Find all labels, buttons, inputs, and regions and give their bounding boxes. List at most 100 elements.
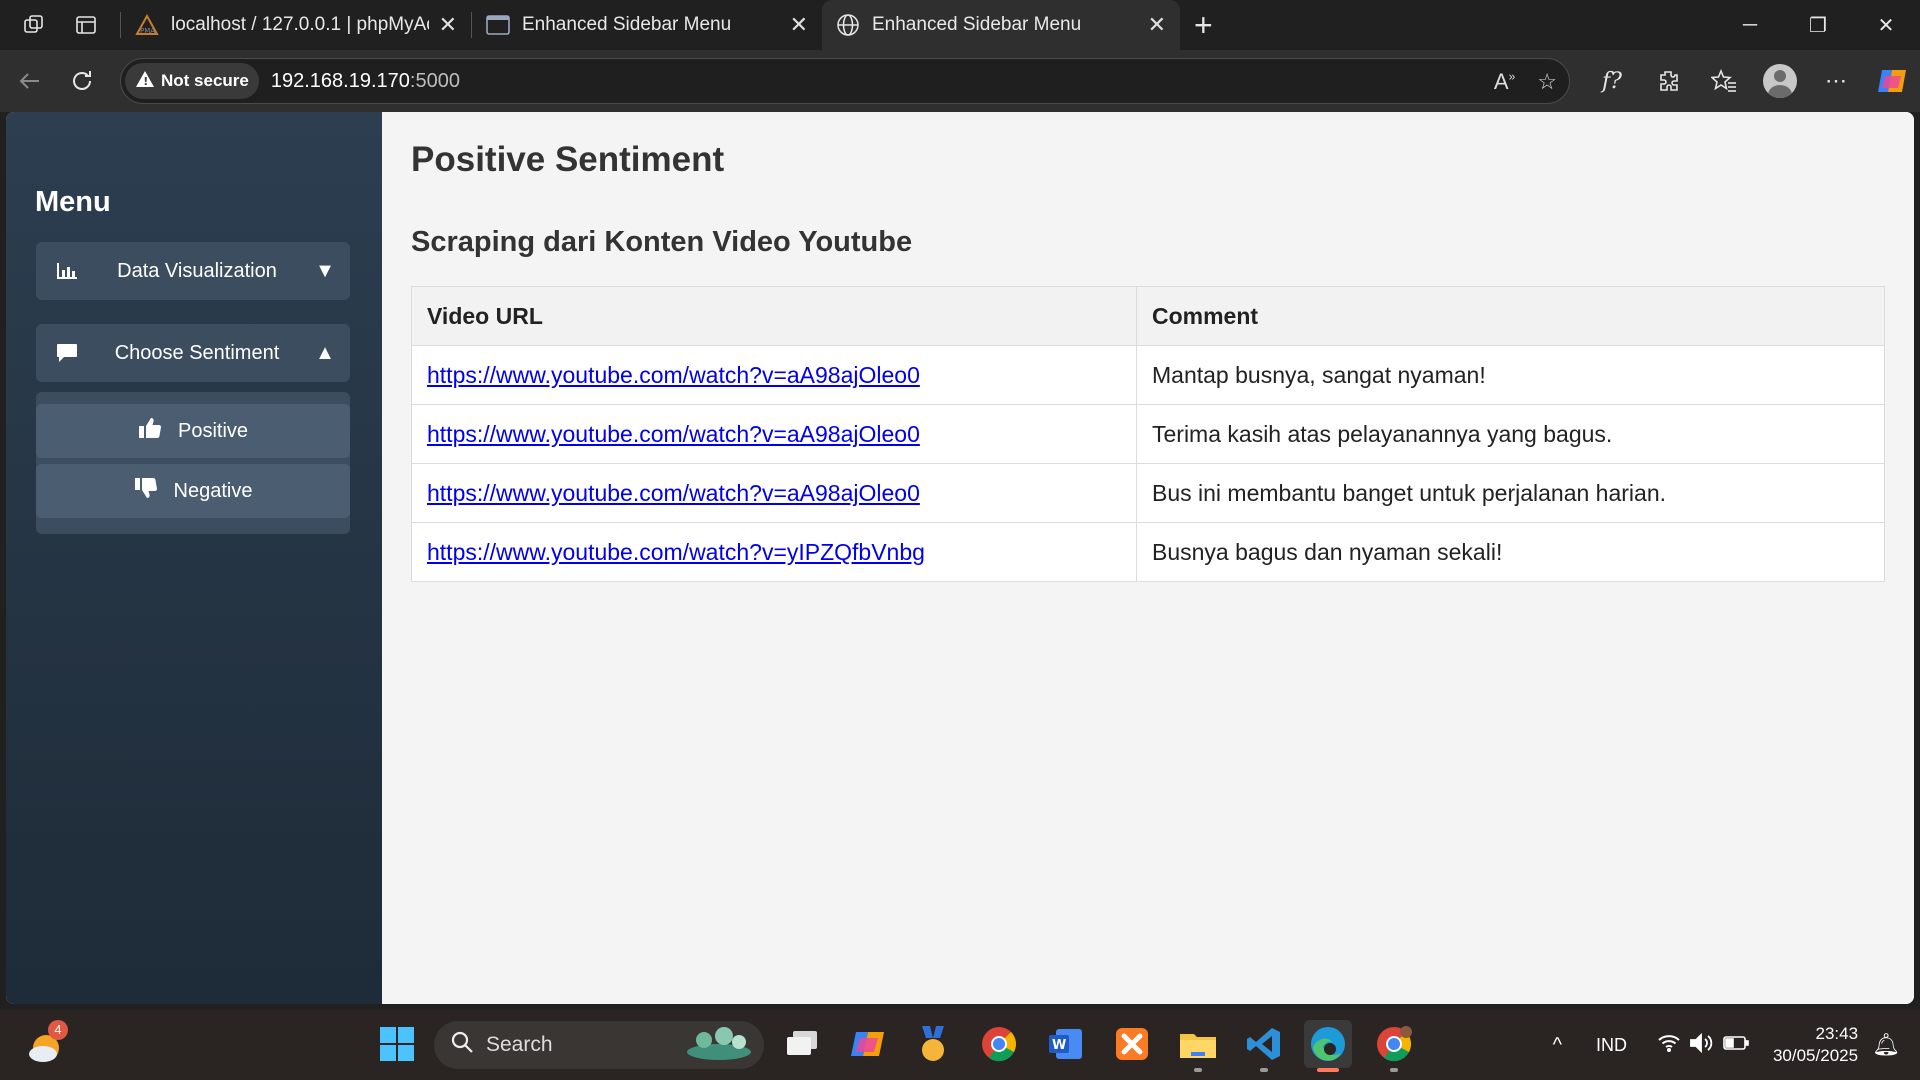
submenu-item-negative[interactable]: Negative	[36, 464, 350, 518]
tab-title: Enhanced Sidebar Menu	[872, 14, 1082, 35]
thumbs-down-icon	[134, 477, 158, 505]
column-header-comment: Comment	[1136, 286, 1885, 346]
medal-icon[interactable]	[909, 1020, 957, 1068]
browser-tab-strip: PMA localhost / 127.0.0.1 | phpMyAdm ✕ E…	[0, 0, 1920, 50]
profile-avatar[interactable]	[1752, 53, 1808, 109]
choose-sentiment-button[interactable]: Choose Sentiment ▲	[36, 324, 350, 382]
vscode-icon[interactable]	[1240, 1020, 1288, 1072]
chart-icon	[40, 262, 94, 280]
svg-text:!: !	[143, 75, 148, 88]
workspaces-icon[interactable]	[16, 7, 52, 43]
taskbar: 4 Search W ^ IND 23:43 30/05/2025 🔔︎	[0, 1010, 1920, 1080]
video-link[interactable]: https://www.youtube.com/watch?v=aA98ajOl…	[427, 362, 920, 388]
minimize-icon[interactable]: ─	[1716, 0, 1784, 50]
extensions-icon[interactable]	[1640, 53, 1696, 109]
close-icon[interactable]: ✕	[790, 12, 808, 38]
globe-icon	[836, 13, 860, 37]
comments-table: Video URL Comment https://www.youtube.co…	[411, 286, 1885, 582]
close-icon[interactable]: ✕	[439, 12, 457, 38]
page-viewport: Menu Data Visualization ▼ Choose Sentime…	[6, 112, 1914, 1004]
column-header-video-url: Video URL	[411, 286, 1137, 346]
phpmyadmin-icon: PMA	[135, 13, 159, 37]
xampp-icon[interactable]	[1108, 1020, 1156, 1068]
video-url-cell: https://www.youtube.com/watch?v=aA98ajOl…	[411, 404, 1137, 464]
chrome-profile-icon[interactable]	[1370, 1020, 1418, 1072]
clock[interactable]: 23:43 30/05/2025	[1773, 1023, 1858, 1067]
tab-phpmyadmin[interactable]: PMA localhost / 127.0.0.1 | phpMyAdm ✕	[121, 0, 471, 50]
svg-text:W: W	[1052, 1038, 1066, 1053]
restore-icon[interactable]: ❐	[1784, 0, 1852, 50]
file-explorer-icon[interactable]	[1174, 1020, 1222, 1072]
copilot-app-icon[interactable]	[844, 1020, 892, 1068]
new-tab-icon[interactable]: +	[1194, 7, 1213, 44]
security-label: Not secure	[161, 71, 249, 90]
notification-bell-icon[interactable]: 🔔︎	[1872, 1032, 1900, 1058]
chevron-up-icon[interactable]: ^	[1553, 1034, 1562, 1057]
url-text: 192.168.19.170:5000	[271, 70, 460, 93]
main-content: Positive Sentiment Scraping dari Konten …	[382, 112, 1914, 1004]
menu-label: Choose Sentiment	[114, 341, 280, 364]
read-aloud-icon[interactable]: A»	[1494, 69, 1515, 95]
table-row: https://www.youtube.com/watch?v=yIPZQfbV…	[411, 522, 1885, 582]
back-icon[interactable]	[4, 55, 56, 107]
sidebar-title: Menu	[35, 186, 111, 218]
terminal-icon	[486, 13, 510, 37]
browser-toolbar: ! Not secure 192.168.19.170:5000 A» ☆ f?…	[0, 50, 1920, 112]
tab-title: localhost / 127.0.0.1 | phpMyAdm	[171, 14, 429, 35]
chrome-icon[interactable]	[975, 1020, 1023, 1068]
close-window-icon[interactable]: ✕	[1852, 0, 1920, 50]
menu-label: Data Visualization	[117, 259, 277, 282]
window-controls: ─ ❐ ✕	[1716, 0, 1920, 50]
table-row: https://www.youtube.com/watch?v=aA98ajOl…	[411, 463, 1885, 523]
favorites-icon[interactable]	[1696, 53, 1752, 109]
running-indicator	[1260, 1068, 1268, 1072]
sentiment-submenu: Positive Negative	[36, 392, 350, 534]
video-url-cell: https://www.youtube.com/watch?v=aA98ajOl…	[411, 345, 1137, 405]
language-indicator[interactable]: IND	[1596, 1035, 1627, 1056]
battery-icon[interactable]	[1723, 1035, 1749, 1056]
chevron-down-icon: ▼	[315, 259, 335, 282]
security-indicator[interactable]: ! Not secure	[125, 63, 259, 99]
table-row: https://www.youtube.com/watch?v=aA98ajOl…	[411, 404, 1885, 464]
data-visualization-button[interactable]: Data Visualization ▼	[36, 242, 350, 300]
page-subtitle: Scraping dari Konten Video Youtube	[411, 226, 913, 258]
wifi-icon[interactable]	[1657, 1033, 1681, 1058]
video-link[interactable]: https://www.youtube.com/watch?v=aA98ajOl…	[427, 480, 920, 506]
refresh-icon[interactable]	[56, 55, 108, 107]
word-icon[interactable]: W	[1042, 1020, 1090, 1068]
close-icon[interactable]: ✕	[1148, 12, 1166, 38]
running-indicator	[1194, 1068, 1202, 1072]
more-menu-icon[interactable]: ⋯	[1808, 53, 1864, 109]
page-title: Positive Sentiment	[411, 140, 725, 179]
clock-date: 30/05/2025	[1772, 1046, 1859, 1065]
comment-cell: Bus ini membantu banget untuk perjalanan…	[1136, 463, 1885, 523]
taskbar-search[interactable]: Search	[434, 1021, 764, 1069]
copilot-icon[interactable]	[1864, 53, 1920, 109]
url-host: 192.168.19.170	[270, 69, 410, 92]
tab-enhanced-sidebar-2[interactable]: Enhanced Sidebar Menu ✕	[822, 0, 1180, 50]
tab-title: Enhanced Sidebar Menu	[522, 14, 732, 35]
edge-icon[interactable]	[1304, 1020, 1352, 1072]
svg-text:PMA: PMA	[140, 27, 155, 35]
sidebar: Menu Data Visualization ▼ Choose Sentime…	[6, 112, 382, 1004]
comment-cell: Terima kasih atas pelayanannya yang bagu…	[1136, 404, 1885, 464]
video-link[interactable]: https://www.youtube.com/watch?v=aA98ajOl…	[427, 421, 920, 447]
video-url-cell: https://www.youtube.com/watch?v=aA98ajOl…	[411, 463, 1137, 523]
tab-actions-icon[interactable]	[68, 7, 104, 43]
table-row: https://www.youtube.com/watch?v=aA98ajOl…	[411, 345, 1885, 405]
tab-enhanced-sidebar-1[interactable]: Enhanced Sidebar Menu ✕	[472, 0, 822, 50]
video-link[interactable]: https://www.youtube.com/watch?v=yIPZQfbV…	[427, 539, 925, 565]
clock-time: 23:43	[1815, 1024, 1859, 1043]
task-view-icon[interactable]	[778, 1020, 826, 1068]
address-bar[interactable]: ! Not secure 192.168.19.170:5000 A» ☆	[120, 58, 1570, 104]
math-solver-icon[interactable]: f?	[1584, 53, 1640, 109]
submenu-label: Negative	[173, 479, 253, 502]
comment-cell: Mantap busnya, sangat nyaman!	[1136, 345, 1885, 405]
search-placeholder: Search	[486, 1033, 553, 1056]
submenu-item-positive[interactable]: Positive	[36, 404, 350, 458]
start-icon[interactable]	[373, 1020, 421, 1068]
warning-icon: !	[135, 70, 155, 93]
volume-icon[interactable]	[1689, 1032, 1715, 1059]
search-icon	[450, 1030, 474, 1060]
favorite-star-icon[interactable]: ☆	[1537, 69, 1557, 95]
